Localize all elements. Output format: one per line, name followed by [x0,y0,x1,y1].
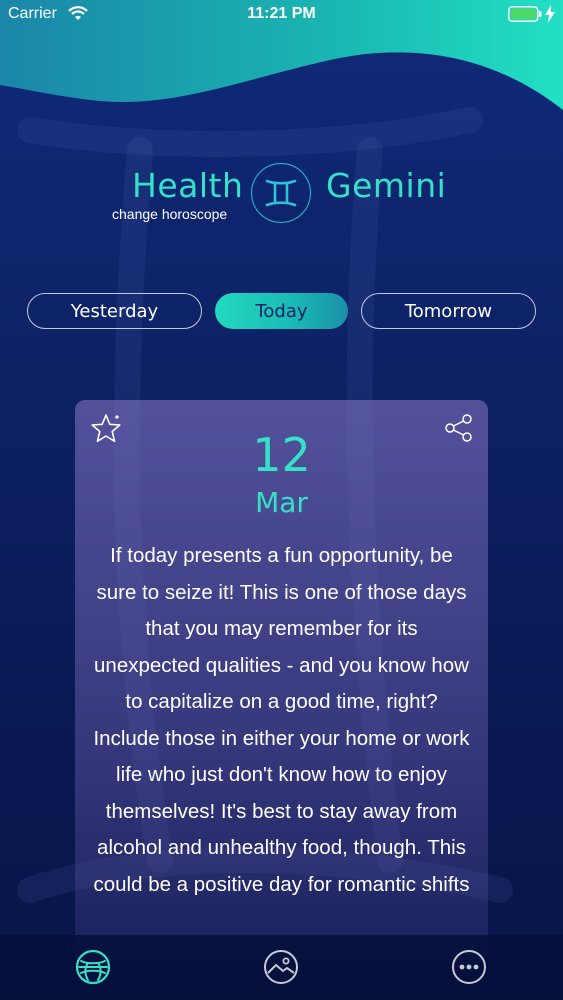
more-icon[interactable] [451,949,487,985]
tab-today[interactable]: Today [215,293,348,329]
horoscope-header: Health change horoscope Gemini [0,160,563,240]
change-horoscope-link[interactable]: change horoscope [112,206,227,222]
date-month: Mar [255,486,308,519]
lightning-icon [545,5,555,23]
battery-icon [508,6,542,22]
status-time: 11:21 PM [247,5,316,22]
category-title: Health [132,166,244,205]
date-day: 12 [252,428,311,482]
bottom-tab-bar [0,935,563,1000]
sign-name: Gemini [326,166,447,205]
tab-yesterday[interactable]: Yesterday [27,293,202,329]
horoscope-text: If today presents a fun opportunity, be … [93,544,470,896]
image-icon[interactable] [263,949,299,985]
gemini-sign-icon [250,162,312,224]
day-selector: Yesterday Today Tomorrow [0,293,563,333]
tab-tomorrow[interactable]: Tomorrow [361,293,536,329]
status-bar: Carrier 11:21 PM [0,0,563,30]
horoscope-globe-icon[interactable] [75,949,111,985]
horoscope-card: 12 Mar If today presents a fun opportuni… [75,400,488,960]
